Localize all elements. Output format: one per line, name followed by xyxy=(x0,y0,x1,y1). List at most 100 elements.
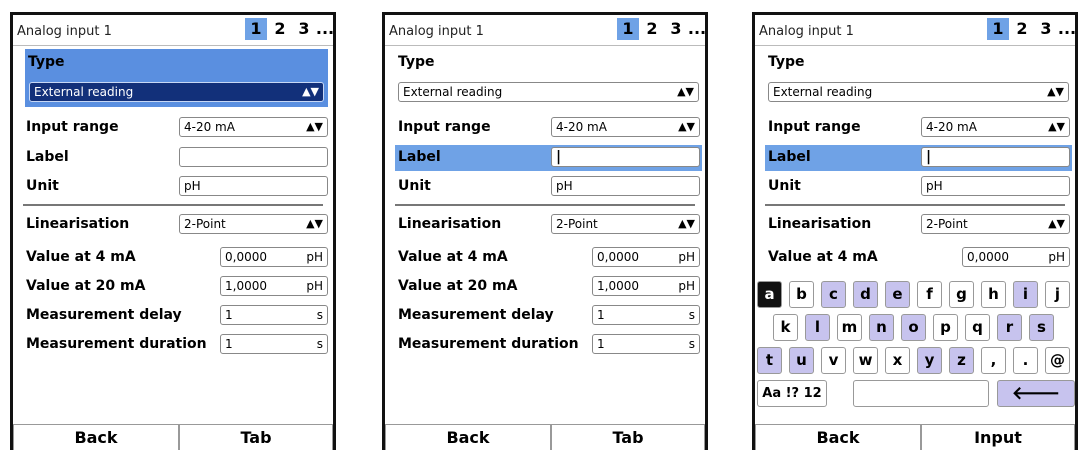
key-d[interactable]: d xyxy=(853,281,878,308)
key-v[interactable]: v xyxy=(821,347,846,374)
tab-button[interactable]: Tab xyxy=(551,424,705,450)
key-period[interactable]: . xyxy=(1013,347,1038,374)
tab-button[interactable]: Tab xyxy=(179,424,333,450)
unit-input[interactable]: pH xyxy=(921,176,1070,196)
key-w[interactable]: w xyxy=(853,347,878,374)
page-tab-1[interactable]: 1 xyxy=(987,18,1009,40)
key-l[interactable]: l xyxy=(805,314,830,341)
page-tab-1[interactable]: 1 xyxy=(245,18,267,40)
divider xyxy=(395,204,695,206)
page-tab-2[interactable]: 2 xyxy=(643,18,661,40)
key-o[interactable]: o xyxy=(901,314,926,341)
value-4ma-unit: pH xyxy=(306,250,323,264)
unit-input[interactable]: pH xyxy=(551,176,700,196)
value-20ma-input[interactable]: 1,0000 pH xyxy=(592,276,700,296)
key-s[interactable]: s xyxy=(1029,314,1054,341)
linearisation-row: Linearisation 2-Point ▲▼ xyxy=(385,212,705,238)
value-4ma-label: Value at 4 mA xyxy=(398,249,508,265)
key-u[interactable]: u xyxy=(789,347,814,374)
value-4ma-row: Value at 4 mA 0,0000 pH xyxy=(13,245,333,271)
label-input[interactable]: | xyxy=(921,147,1070,167)
value-20ma-label: Value at 20 mA xyxy=(398,278,518,294)
value-4ma-input[interactable]: 0,0000 pH xyxy=(592,247,700,267)
measurement-duration-input[interactable]: 1 s xyxy=(220,334,328,354)
measurement-duration-row: Measurement duration 1 s xyxy=(385,332,705,358)
input-range-select[interactable]: 4-20 mA ▲▼ xyxy=(179,117,328,137)
page-tab-more[interactable]: ... xyxy=(687,18,705,40)
page-tab-more[interactable]: ... xyxy=(315,18,333,40)
header: Analog input 1 1 2 3 ... xyxy=(755,15,1075,46)
page-tab-3[interactable]: 3 xyxy=(1037,18,1055,40)
key-h[interactable]: h xyxy=(981,281,1006,308)
key-b[interactable]: b xyxy=(789,281,814,308)
key-k[interactable]: k xyxy=(773,314,798,341)
key-r[interactable]: r xyxy=(997,314,1022,341)
key-z[interactable]: z xyxy=(949,347,974,374)
measurement-duration-input[interactable]: 1 s xyxy=(592,334,700,354)
input-range-row: Input range 4-20 mA ▲▼ xyxy=(755,115,1075,141)
linearisation-select[interactable]: 2-Point ▲▼ xyxy=(179,214,328,234)
key-t[interactable]: t xyxy=(757,347,782,374)
linearisation-select[interactable]: 2-Point ▲▼ xyxy=(551,214,700,234)
input-button[interactable]: Input xyxy=(921,424,1075,450)
page-tab-3[interactable]: 3 xyxy=(295,18,313,40)
measurement-delay-input[interactable]: 1 s xyxy=(592,305,700,325)
type-value: External reading xyxy=(403,85,503,99)
measurement-delay-input[interactable]: 1 s xyxy=(220,305,328,325)
unit-input[interactable]: pH xyxy=(179,176,328,196)
back-button[interactable]: Back xyxy=(385,424,551,450)
key-p[interactable]: p xyxy=(933,314,958,341)
label-input[interactable]: | xyxy=(551,147,700,167)
updown-arrows-icon: ▲▼ xyxy=(677,85,694,98)
back-button[interactable]: Back xyxy=(13,424,179,450)
value-4ma-input[interactable]: 0,0000 pH xyxy=(962,247,1070,267)
value-20ma-input[interactable]: 1,0000 pH xyxy=(220,276,328,296)
linearisation-select[interactable]: 2-Point ▲▼ xyxy=(921,214,1070,234)
input-range-select[interactable]: 4-20 mA ▲▼ xyxy=(921,117,1070,137)
key-comma[interactable]: , xyxy=(981,347,1006,374)
key-i[interactable]: i xyxy=(1013,281,1038,308)
key-x[interactable]: x xyxy=(885,347,910,374)
type-select[interactable]: External reading ▲▼ xyxy=(398,82,699,102)
key-j[interactable]: j xyxy=(1045,281,1070,308)
key-e[interactable]: e xyxy=(885,281,910,308)
space-key[interactable] xyxy=(853,380,989,407)
value-4ma-unit: pH xyxy=(678,250,695,264)
screen-title: Analog input 1 xyxy=(759,24,854,39)
page-tab-3[interactable]: 3 xyxy=(667,18,685,40)
updown-arrows-icon: ▲▼ xyxy=(1047,85,1064,98)
key-f[interactable]: f xyxy=(917,281,942,308)
divider xyxy=(765,204,1065,206)
screen-title: Analog input 1 xyxy=(17,24,112,39)
page-tab-2[interactable]: 2 xyxy=(1013,18,1031,40)
type-row[interactable]: Type External reading ▲▼ xyxy=(25,49,328,107)
key-g[interactable]: g xyxy=(949,281,974,308)
measurement-delay-row: Measurement delay 1 s xyxy=(13,303,333,329)
key-q[interactable]: q xyxy=(965,314,990,341)
key-m[interactable]: m xyxy=(837,314,862,341)
page-tab-1[interactable]: 1 xyxy=(617,18,639,40)
measurement-duration-row: Measurement duration 1 s xyxy=(13,332,333,358)
value-20ma-row: Value at 20 mA 1,0000 pH xyxy=(385,274,705,300)
input-range-select[interactable]: 4-20 mA ▲▼ xyxy=(551,117,700,137)
input-range-row: Input range 4-20 mA ▲▼ xyxy=(385,115,705,141)
label-row: Label | xyxy=(395,145,702,171)
key-y[interactable]: y xyxy=(917,347,942,374)
value-4ma-value: 0,0000 xyxy=(597,250,639,264)
type-select[interactable]: External reading ▲▼ xyxy=(29,82,324,102)
key-at[interactable]: @ xyxy=(1045,347,1070,374)
label-input[interactable] xyxy=(179,147,328,167)
value-4ma-unit: pH xyxy=(1048,250,1065,264)
page-tab-more[interactable]: ... xyxy=(1057,18,1075,40)
value-4ma-input[interactable]: 0,0000 pH xyxy=(220,247,328,267)
key-n[interactable]: n xyxy=(869,314,894,341)
unit-label: Unit xyxy=(398,178,431,194)
key-a[interactable]: a xyxy=(757,281,782,308)
key-c[interactable]: c xyxy=(821,281,846,308)
page-tab-2[interactable]: 2 xyxy=(271,18,289,40)
backspace-arrow-icon[interactable]: 🡐 xyxy=(997,380,1075,407)
mode-toggle-key[interactable]: Aa !? 12 xyxy=(757,380,827,407)
type-select[interactable]: External reading ▲▼ xyxy=(768,82,1069,102)
label-row: Label | xyxy=(765,145,1072,171)
back-button[interactable]: Back xyxy=(755,424,921,450)
